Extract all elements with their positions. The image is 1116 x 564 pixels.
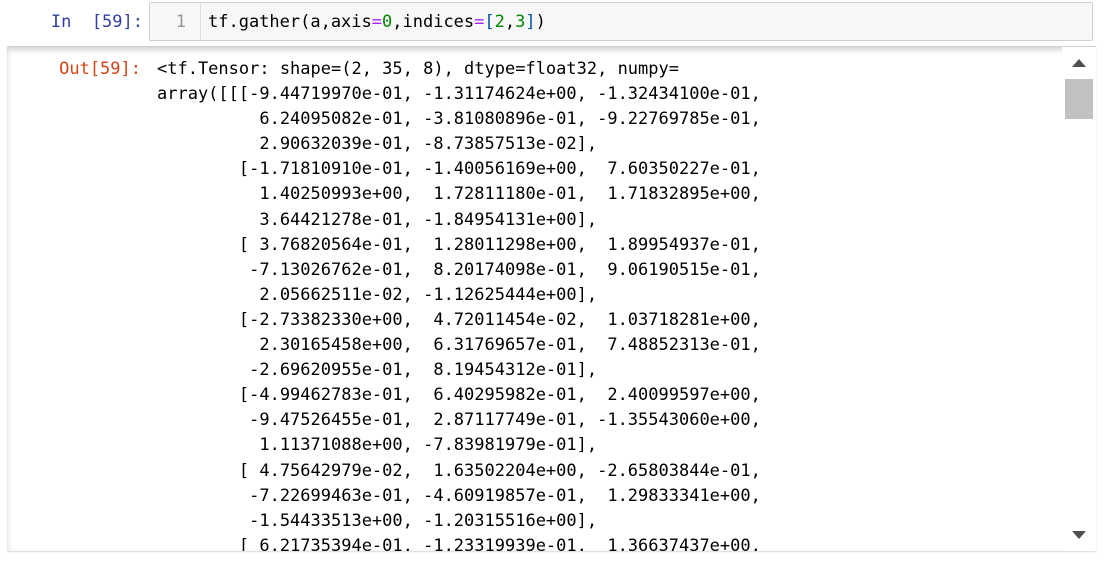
code-cell-output[interactable]: Out[59]: <tf.Tensor: shape=(2, 35, 8), d… [7, 46, 1096, 551]
code-bracket: [ [484, 12, 495, 32]
input-prompt: In [59]: [50, 12, 143, 32]
output-line: [ 4.75642979e-02, 1.63502204e+00, -2.658… [157, 460, 761, 481]
code-paren: ) [535, 12, 546, 32]
output-line: 2.05662511e-02, -1.12625444e+00], [157, 284, 598, 305]
output-line: -7.13026762e-01, 8.20174098e-01, 9.06190… [157, 259, 761, 280]
scroll-thumb[interactable] [1065, 79, 1093, 119]
code-operator: = [474, 12, 485, 32]
output-scrollbar[interactable] [1062, 47, 1096, 551]
arrow-down-icon[interactable] [1072, 531, 1086, 539]
output-line: -1.54433513e+00, -1.20315516e+00], [157, 510, 598, 531]
output-line: 1.40250993e+00, 1.72811180e-01, 1.718328… [157, 184, 761, 205]
output-prompt: Out[59]: [59, 59, 141, 79]
code-cell-input[interactable]: 1 tf.gather(a,axis=0,indices=[2,3]) [149, 2, 1093, 41]
output-line: 3.64421278e-01, -1.84954131e+00], [157, 209, 598, 230]
code-number: 2 [494, 12, 505, 32]
code-operator: = [371, 12, 383, 32]
line-number-gutter: 1 [150, 3, 201, 40]
code-function-call: tf.gather(a,axis [208, 12, 372, 32]
code-line[interactable]: tf.gather(a,axis=0,indices=[2,3]) [208, 9, 546, 35]
code-bracket: ] [525, 12, 536, 32]
output-line: [ 6.21735394e-01, -1.23319939e-01, 1.366… [157, 535, 761, 551]
output-line: [-4.99462783e-01, 6.40295982e-01, 2.4009… [157, 385, 761, 406]
line-number: 1 [175, 12, 186, 32]
arrow-up-icon[interactable] [1072, 59, 1086, 67]
output-line: -2.69620955e-01, 8.19454312e-01], [157, 360, 598, 381]
notebook-page: In [59]: 1 tf.gather(a,axis=0,indices=[2… [0, 0, 1116, 564]
output-line: [-1.71810910e-01, -1.40056169e+00, 7.603… [157, 159, 761, 180]
code-number: 3 [515, 12, 526, 32]
output-text: <tf.Tensor: shape=(2, 35, 8), dtype=floa… [157, 57, 761, 551]
output-line: -9.47526455e-01, 2.87117749e-01, -1.3554… [157, 410, 761, 431]
code-comma: , [504, 12, 516, 32]
output-line: [-2.73382330e+00, 4.72011454e-02, 1.0371… [157, 309, 761, 330]
code-number: 0 [382, 12, 393, 32]
output-line: 6.24095082e-01, -3.81080896e-01, -9.2276… [157, 109, 761, 130]
output-line: <tf.Tensor: shape=(2, 35, 8), dtype=floa… [157, 59, 679, 79]
code-argument: ,indices [392, 12, 475, 32]
output-line: [ 3.76820564e-01, 1.28011298e+00, 1.8995… [157, 234, 761, 255]
output-line: -7.22699463e-01, -4.60919857e-01, 1.2983… [157, 485, 761, 506]
output-line: 2.90632039e-01, -8.73857513e-02], [157, 134, 598, 155]
output-line: 1.11371088e+00, -7.83981979e-01], [157, 435, 598, 456]
output-line: 2.30165458e+00, 6.31769657e-01, 7.488523… [157, 335, 761, 356]
output-line: array([[[-9.44719970e-01, -1.31174624e+0… [157, 84, 761, 105]
